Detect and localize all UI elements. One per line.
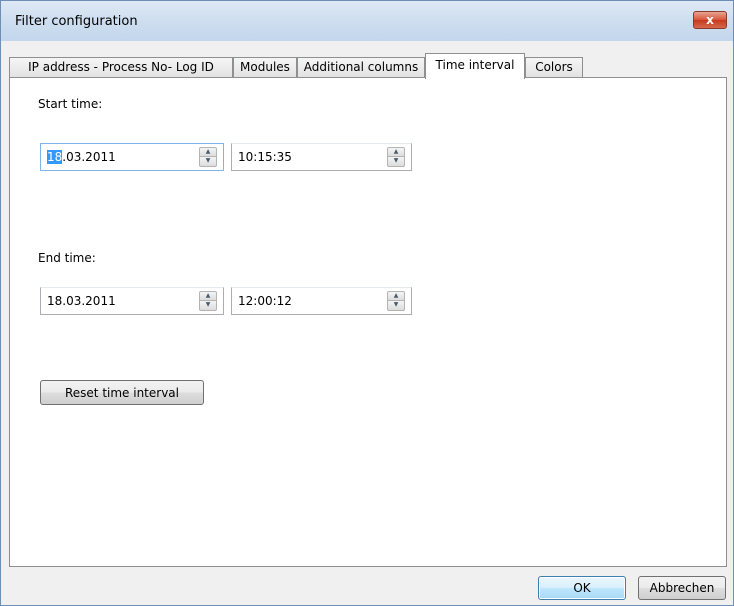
spin-down-icon[interactable]: ▼	[199, 301, 217, 311]
spin-up-icon[interactable]: ▲	[199, 291, 217, 301]
tab-label: Additional columns	[303, 60, 419, 74]
end-time-field[interactable]: 12:00:12 ▲ ▼	[231, 287, 412, 315]
end-date-field[interactable]: 18.03.2011 ▲ ▼	[40, 287, 224, 315]
start-time-spinner: ▲ ▼	[387, 147, 405, 167]
spin-up-icon[interactable]: ▲	[387, 147, 405, 157]
tab-label: Time interval	[435, 58, 515, 72]
title-bar[interactable]: Filter configuration x	[1, 1, 733, 41]
tab-ip-address-process-log-id[interactable]: IP address - Process No- Log ID	[9, 57, 233, 77]
tab-time-interval[interactable]: Time interval	[425, 53, 525, 79]
filter-configuration-dialog: Filter configuration x IP address - Proc…	[0, 0, 734, 606]
spin-up-icon[interactable]: ▲	[387, 291, 405, 301]
tab-additional-columns[interactable]: Additional columns	[297, 57, 425, 77]
window-title: Filter configuration	[15, 14, 138, 29]
tab-modules[interactable]: Modules	[233, 57, 297, 77]
tab-label: IP address - Process No- Log ID	[28, 60, 214, 74]
tab-colors[interactable]: Colors	[525, 57, 583, 77]
end-time-value: 12:00:12	[238, 294, 292, 308]
reset-time-interval-button[interactable]: Reset time interval	[40, 380, 204, 405]
time-interval-panel: Start time: 18.03.2011 ▲ ▼ 10:15:35 ▲ ▼ …	[9, 77, 727, 567]
close-icon: x	[706, 13, 714, 27]
end-date-spinner: ▲ ▼	[199, 291, 217, 311]
start-time-field[interactable]: 10:15:35 ▲ ▼	[231, 143, 412, 171]
start-date-rest: .03.2011	[62, 150, 116, 164]
start-date-field[interactable]: 18.03.2011 ▲ ▼	[40, 143, 224, 171]
end-time-label: End time:	[38, 251, 96, 265]
cancel-button[interactable]: Abbrechen	[638, 576, 726, 600]
end-time-spinner: ▲ ▼	[387, 291, 405, 311]
spin-down-icon[interactable]: ▼	[199, 157, 217, 167]
spin-down-icon[interactable]: ▼	[387, 301, 405, 311]
start-date-spinner: ▲ ▼	[199, 147, 217, 167]
start-time-label: Start time:	[38, 97, 103, 111]
start-date-value: 18.03.2011	[47, 150, 116, 164]
close-button[interactable]: x	[693, 11, 727, 29]
spin-up-icon[interactable]: ▲	[199, 147, 217, 157]
tab-label: Colors	[535, 60, 573, 74]
start-time-value: 10:15:35	[238, 150, 292, 164]
end-date-value: 18.03.2011	[47, 294, 116, 308]
ok-button[interactable]: OK	[538, 576, 626, 600]
start-date-day-selection: 18	[47, 150, 63, 164]
spin-down-icon[interactable]: ▼	[387, 157, 405, 167]
tab-label: Modules	[240, 60, 290, 74]
